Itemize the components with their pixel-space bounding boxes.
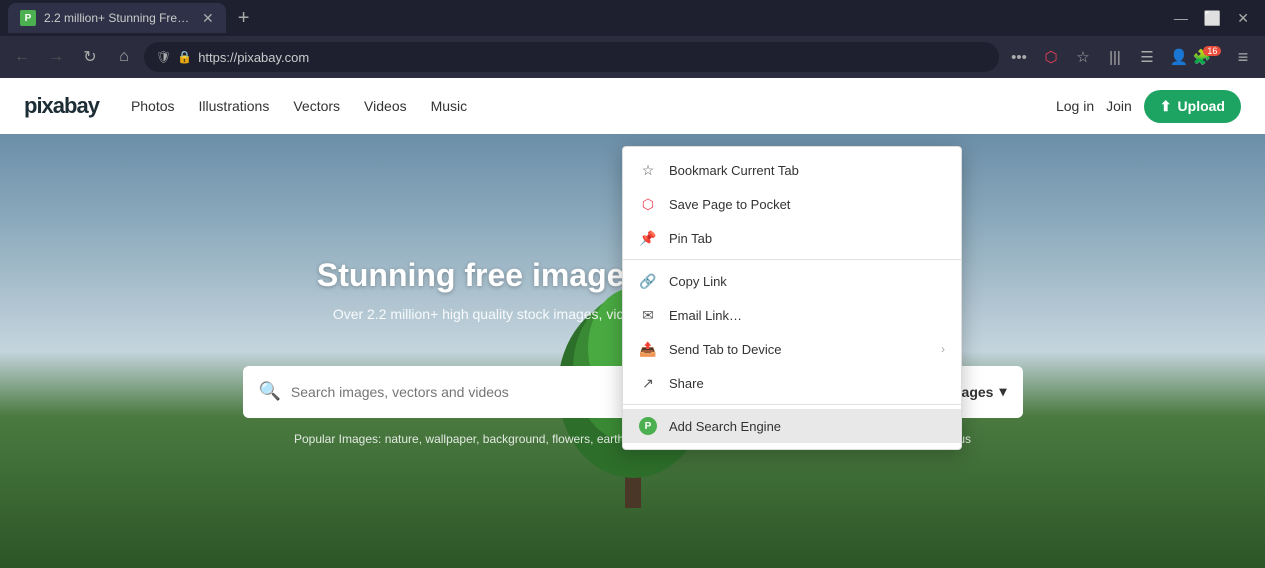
site-actions: Log in Join ⬆ Upload [1056,90,1241,123]
email-icon: ✉ [639,306,657,324]
bookmark-star-button[interactable]: ☆ [1069,43,1097,71]
share-icon: ↗ [639,374,657,392]
restore-button[interactable]: ⬜ [1204,10,1221,27]
menu-divider-2 [623,404,961,405]
history-button[interactable]: ||| [1101,43,1129,71]
menu-send-tab-label: Send Tab to Device [669,342,929,357]
new-tab-button[interactable]: + [238,7,250,30]
site-header: pixabay Photos Illustrations Vectors Vid… [0,78,1265,134]
menu-pocket-label: Save Page to Pocket [669,197,945,212]
dropdown-chevron-icon: ▾ [999,383,1006,400]
menu-item-email-link[interactable]: ✉ Email Link… [623,298,961,332]
url-text: https://pixabay.com [198,50,987,65]
menu-item-pin[interactable]: 📌 Pin Tab [623,221,961,255]
menu-item-pocket[interactable]: ⬡ Save Page to Pocket [623,187,961,221]
more-button[interactable]: ••• [1005,43,1033,71]
tab-favicon: P [20,10,36,26]
reader-mode-button[interactable]: ☰ [1133,43,1161,71]
search-icon: 🔍 [259,381,281,402]
nav-videos[interactable]: Videos [364,98,407,114]
account-button[interactable]: 👤 [1165,43,1193,71]
menu-email-label: Email Link… [669,308,945,323]
reload-button[interactable]: ↻ [76,43,104,71]
toolbar-actions: ••• ⬡ ☆ ||| ☰ 👤 🧩 16 ≡ [1005,43,1257,71]
nav-music[interactable]: Music [431,98,468,114]
extensions-button[interactable]: 🧩 16 [1197,43,1225,71]
menu-item-send-tab[interactable]: 📤 Send Tab to Device › [623,332,961,366]
login-button[interactable]: Log in [1056,98,1094,114]
minimize-button[interactable]: — [1174,10,1188,27]
site-nav: Photos Illustrations Vectors Videos Musi… [131,98,467,114]
add-search-engine-icon: P [639,417,657,435]
browser-title-bar: P 2.2 million+ Stunning Free Ima... ✕ + … [0,0,1265,36]
menu-divider-1 [623,259,961,260]
menu-item-add-search[interactable]: P Add Search Engine [623,409,961,443]
close-window-button[interactable]: ✕ [1237,10,1249,27]
website-content: pixabay Photos Illustrations Vectors Vid… [0,78,1265,568]
menu-item-bookmark[interactable]: ☆ Bookmark Current Tab [623,153,961,187]
context-menu: ☆ Bookmark Current Tab ⬡ Save Page to Po… [622,146,962,450]
pocket-button[interactable]: ⬡ [1037,43,1065,71]
lock-icon: 🔒 [177,50,192,64]
bookmark-icon: ☆ [639,161,657,179]
window-controls: — ⬜ ✕ [1174,10,1257,27]
pocket-menu-icon: ⬡ [639,195,657,213]
menu-item-copy-link[interactable]: 🔗 Copy Link [623,264,961,298]
menu-add-search-label: Add Search Engine [669,419,945,434]
extensions-badge: 16 [1203,46,1221,56]
menu-item-share[interactable]: ↗ Share [623,366,961,400]
back-button[interactable]: ← [8,43,36,71]
nav-photos[interactable]: Photos [131,98,175,114]
copy-link-icon: 🔗 [639,272,657,290]
menu-share-label: Share [669,376,945,391]
nav-illustrations[interactable]: Illustrations [199,98,270,114]
tab-title: 2.2 million+ Stunning Free Ima... [44,11,194,25]
menu-button[interactable]: ≡ [1229,43,1257,71]
forward-button[interactable]: → [42,43,70,71]
submenu-arrow-icon: › [941,342,945,356]
address-bar[interactable]: 🛡 🔒 https://pixabay.com [144,42,999,72]
shield-icon: 🛡 [156,50,171,64]
upload-button[interactable]: ⬆ Upload [1144,90,1241,123]
tab-close-button[interactable]: ✕ [202,10,214,27]
menu-bookmark-label: Bookmark Current Tab [669,163,945,178]
home-button[interactable]: ⌂ [110,43,138,71]
join-button[interactable]: Join [1106,98,1132,114]
pin-icon: 📌 [639,229,657,247]
menu-pin-label: Pin Tab [669,231,945,246]
site-logo[interactable]: pixabay [24,93,99,119]
browser-toolbar: ← → ↻ ⌂ 🛡 🔒 https://pixabay.com ••• ⬡ ☆ … [0,36,1265,78]
menu-copy-link-label: Copy Link [669,274,945,289]
browser-tab[interactable]: P 2.2 million+ Stunning Free Ima... ✕ [8,3,226,33]
nav-vectors[interactable]: Vectors [293,98,340,114]
send-tab-icon: 📤 [639,340,657,358]
upload-icon: ⬆ [1160,98,1172,115]
